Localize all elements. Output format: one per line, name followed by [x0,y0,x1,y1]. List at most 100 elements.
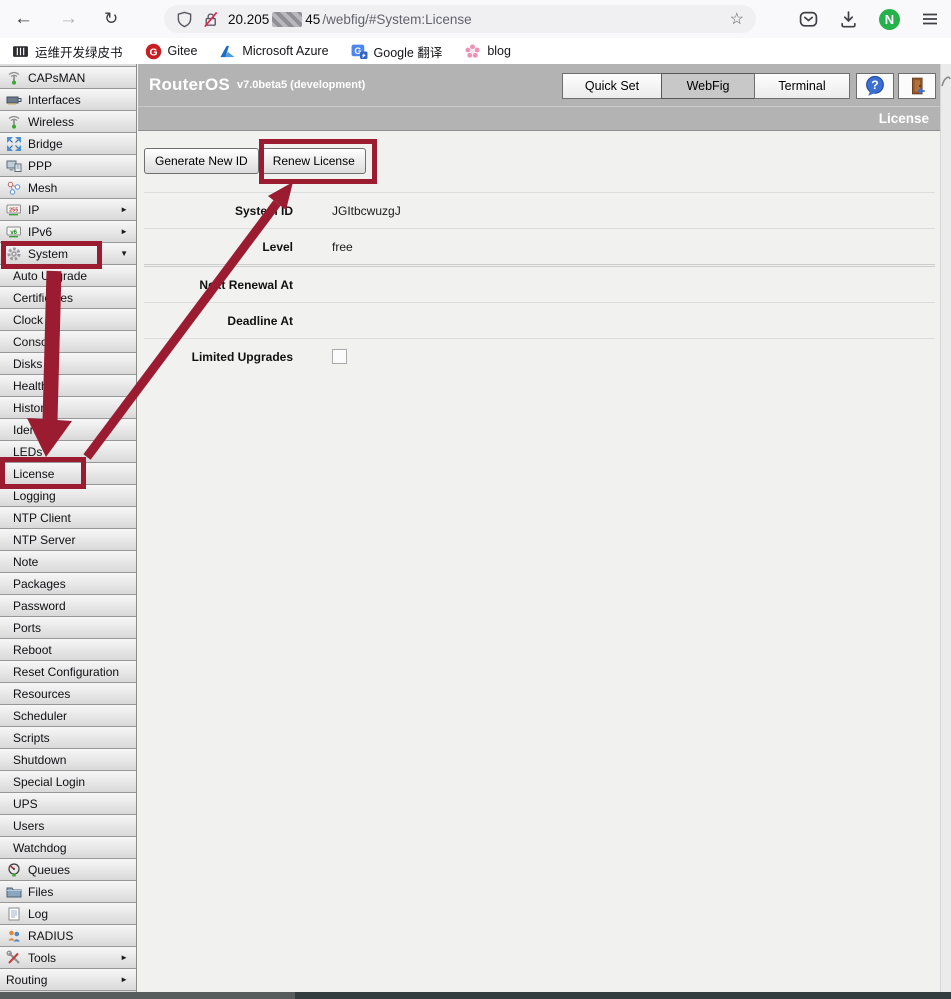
help-button[interactable]: ? [856,73,894,99]
sidebar-item-clock[interactable]: Clock [0,309,136,331]
url-path: /webfig/#System:License [322,12,471,27]
sidebar-item-files[interactable]: Files [0,881,136,903]
sidebar-item-label: Disks [13,357,42,371]
form-row-level: Levelfree [144,229,935,267]
logout-button[interactable] [898,73,936,99]
sidebar-item-health[interactable]: Health [0,375,136,397]
sidebar-item-reboot[interactable]: Reboot [0,639,136,661]
bridge-icon [6,136,22,152]
sidebar-item-wireless[interactable]: Wireless [0,111,136,133]
pocket-icon[interactable] [799,10,818,29]
bookmark-blog[interactable]: blog [464,43,511,60]
bookmark-google[interactable]: GGoogle 翻译 [351,42,443,61]
url-bar[interactable]: 20.205 45/webfig/#System:License ☆ [164,5,756,33]
sidebar-item-mesh[interactable]: Mesh [0,177,136,199]
sidebar-item-ip[interactable]: 255IP► [0,199,136,221]
sidebar-item-ntp-server[interactable]: NTP Server [0,529,136,551]
sidebar-item-resources[interactable]: Resources [0,683,136,705]
sidebar-item-label: Special Login [13,775,85,789]
sidebar-item-label: Bridge [28,137,63,151]
field-label: Level [144,240,293,254]
sidebar-item-label: PPP [28,159,52,173]
sidebar-item-ups[interactable]: UPS [0,793,136,815]
back-icon[interactable]: ← [14,8,33,30]
sidebar-item-label: Files [28,885,53,899]
sidebar-item-tools[interactable]: Tools► [0,947,136,969]
limited-upgrades-checkbox[interactable] [332,349,347,364]
sidebar-item-routing[interactable]: Routing► [0,969,136,991]
browser-nav-icons: ← → ↻ [14,0,118,38]
sidebar-item-label: Note [13,555,38,569]
sidebar-item-label: Users [13,819,44,833]
sidebar-item-capsman[interactable]: CAPsMAN [0,66,136,89]
sidebar-item-interfaces[interactable]: Interfaces [0,89,136,111]
sidebar-item-disks[interactable]: Disks [0,353,136,375]
sidebar-item-scheduler[interactable]: Scheduler [0,705,136,727]
bookmark-label: Gitee [168,44,198,58]
page-icon [6,906,22,922]
bookmark-star-icon[interactable]: ☆ [730,9,744,29]
annotation-box-license [0,457,86,489]
sidebar-item-radius[interactable]: RADIUS [0,925,136,947]
bookmark-microsoft-azure[interactable]: Microsoft Azure [219,43,328,60]
sidebar-item-users[interactable]: Users [0,815,136,837]
extension-badge-icon[interactable]: N [879,9,900,30]
censored-url-segment [272,12,302,27]
sidebar-item-label: Watchdog [13,841,67,855]
field-label: Next Renewal At [144,278,293,292]
license-form: System ID JGItbcwuzgJ Levelfree Next Renewa… [144,192,935,374]
shield-icon[interactable] [176,11,193,28]
sidebar-item-note[interactable]: Note [0,551,136,573]
downloads-icon[interactable] [839,10,858,29]
sidebar-item-log[interactable]: Log [0,903,136,925]
url-host-suffix: 45 [305,12,320,27]
sidebar-item-label: Mesh [28,181,57,195]
reload-icon[interactable]: ↻ [104,9,118,29]
sidebar-item-shutdown[interactable]: Shutdown [0,749,136,771]
sidebar-item-special-login[interactable]: Special Login [0,771,136,793]
sidebar-item-label: Wireless [28,115,74,129]
svg-text:G: G [149,47,157,58]
sidebar-item-bridge[interactable]: Bridge [0,133,136,155]
submenu-right-arrow-icon: ► [120,227,132,236]
tools-icon [6,950,22,966]
sidebar-item-packages[interactable]: Packages [0,573,136,595]
tab-terminal[interactable]: Terminal [754,73,850,99]
sidebar-item-ports[interactable]: Ports [0,617,136,639]
translate-icon: G [351,43,368,60]
forward-icon[interactable]: → [59,8,78,30]
license-panel: Generate New IDRenew License System IDJG… [138,131,941,991]
tab-quick-set[interactable]: Quick Set [562,73,662,99]
field-value: JGItbcwuzgJ [332,204,401,218]
sidebar-item-ipv6[interactable]: v6IPv6► [0,221,136,243]
sidebar-menu: CAPsMANInterfaces Wireless Bridge PPP Mesh 25… [0,64,137,992]
sidebar-item-history[interactable]: History [0,397,136,419]
sidebar-item-certificates[interactable]: Certificates [0,287,136,309]
sidebar-item-ntp-client[interactable]: NTP Client [0,507,136,529]
sidebar-item-console[interactable]: Console [0,331,136,353]
page-scrollbar[interactable] [940,64,951,992]
field-label: System ID [144,204,293,218]
sidebar-item-identity[interactable]: Identity [0,419,136,441]
generate-new-id-button[interactable]: Generate New ID [144,148,259,174]
horizontal-scrollbar[interactable] [0,992,951,999]
sidebar-item-queues[interactable]: Queues [0,859,136,881]
insecure-lock-icon[interactable] [202,11,219,28]
tab-webfig[interactable]: WebFig [661,73,755,99]
bookmark-gitee[interactable]: G Gitee [145,43,198,60]
flower-icon [464,43,481,60]
sidebar-item-label: Shutdown [13,753,66,767]
menu-hamburger-icon[interactable] [921,10,939,28]
sidebar-item-password[interactable]: Password [0,595,136,617]
sidebar-item-scripts[interactable]: Scripts [0,727,136,749]
sidebar-item-label: Routing [6,973,47,987]
sidebar-item-label: Packages [13,577,66,591]
sidebar-item-watchdog[interactable]: Watchdog [0,837,136,859]
submenu-right-arrow-icon: ► [120,953,132,962]
horizontal-scrollbar-thumb[interactable] [0,992,295,999]
sidebar-item-ppp[interactable]: PPP [0,155,136,177]
sidebar-item-label: Health [13,379,48,393]
sidebar-item-reset-configuration[interactable]: Reset Configuration [0,661,136,683]
sidebar-item-label: Ports [13,621,41,635]
bookmark-[interactable]: 运维开发绿皮书 [12,42,123,61]
